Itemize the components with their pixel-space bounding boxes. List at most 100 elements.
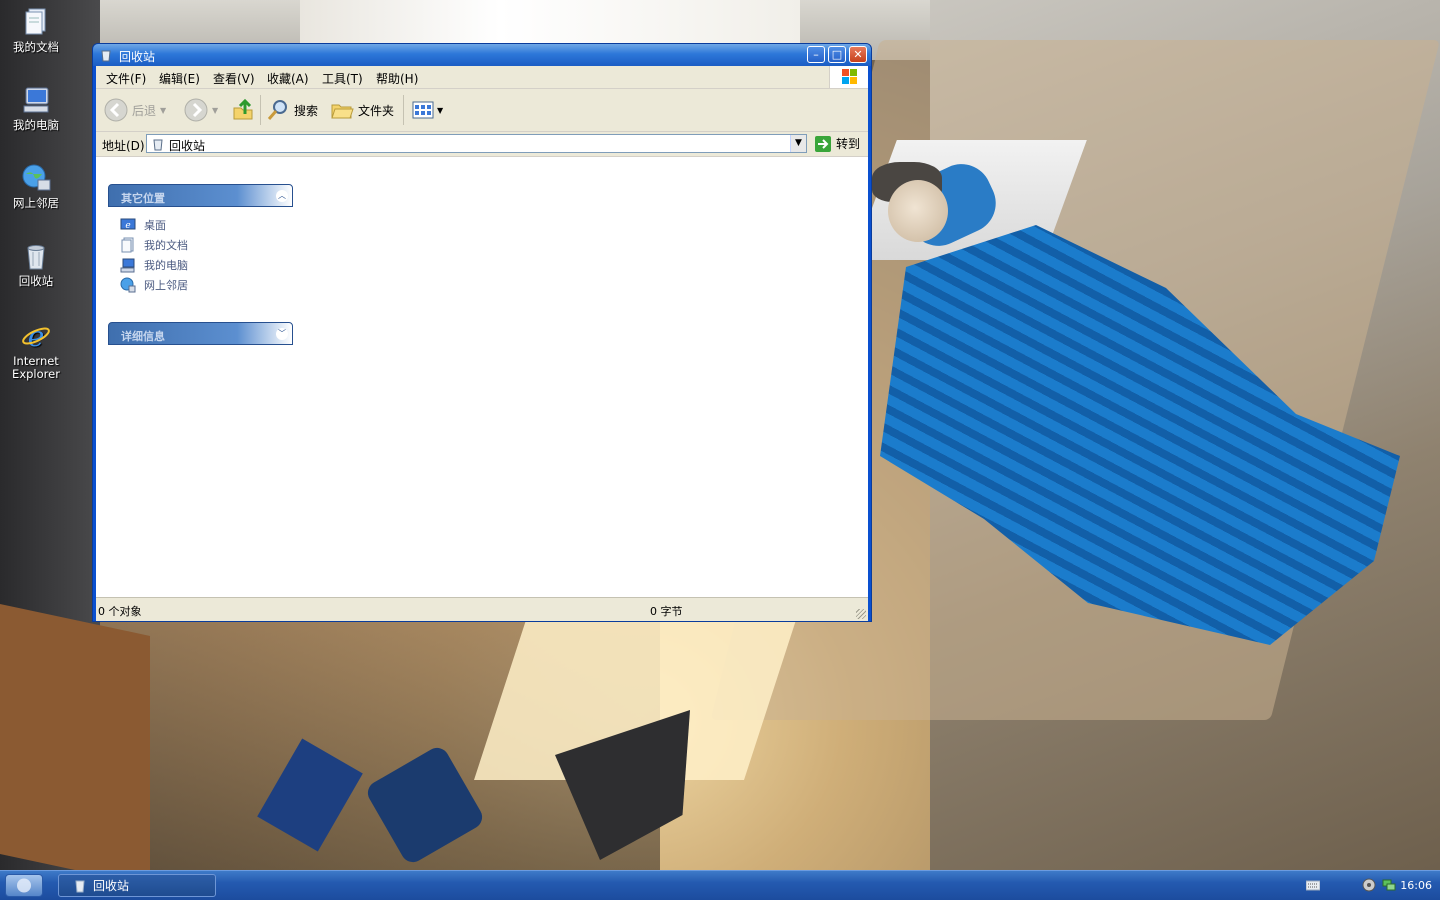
search-icon: [267, 100, 287, 120]
start-button[interactable]: [5, 874, 43, 897]
security-icon[interactable]: [1362, 878, 1376, 892]
computer-icon: [23, 87, 49, 113]
forward-dropdown-icon[interactable]: ▼: [212, 106, 218, 115]
folders-label: 文件夹: [358, 103, 395, 118]
window-titlebar[interactable]: 回收站 – □ ✕: [93, 44, 871, 66]
status-bar: 0 个对象 0 字节: [96, 597, 868, 621]
network-status-icon[interactable]: [1382, 878, 1396, 892]
maximize-button[interactable]: □: [828, 46, 846, 63]
search-button[interactable]: 搜索: [266, 97, 318, 123]
other-places-title: 其它位置: [121, 192, 165, 205]
menu-edit[interactable]: 编辑(E): [159, 70, 200, 87]
place-link-label: 网上邻居: [144, 279, 188, 292]
wallpaper-head: [888, 180, 948, 242]
up-folder-icon: [233, 98, 253, 120]
resize-grip-icon[interactable]: [856, 609, 866, 619]
status-object-count: 0 个对象: [98, 605, 142, 618]
windows-logo-icon: [829, 66, 868, 88]
taskbar-button-label: 回收站: [93, 879, 130, 893]
address-bar: 地址(D) 回收站 ▼ 转到: [96, 132, 868, 157]
other-places-panel-header[interactable]: 其它位置 ︿: [108, 184, 293, 207]
desktop-icon-label: 我的文档: [13, 40, 59, 54]
toolbar-separator: [260, 95, 261, 125]
address-dropdown-icon[interactable]: ▼: [790, 135, 806, 152]
start-orb-icon: [17, 878, 31, 893]
back-arrow-icon: [104, 98, 128, 122]
taskbar: 回收站 16:06: [0, 870, 1440, 900]
place-link-desktop[interactable]: e 桌面: [120, 216, 166, 234]
place-link-label: 我的电脑: [144, 259, 188, 272]
details-title: 详细信息: [121, 330, 165, 343]
folders-button[interactable]: 文件夹: [330, 97, 394, 123]
recycle-bin-icon: [27, 245, 45, 270]
window-client-area: 文件(F) 编辑(E) 查看(V) 收藏(A) 工具(T) 帮助(H) 后退 ▼…: [96, 66, 868, 621]
desktop-icon-network[interactable]: 网上邻居: [4, 162, 68, 210]
address-value: 回收站: [169, 139, 206, 153]
content-area: 其它位置 ︿ e 桌面 我的文档 我的电脑 网上邻居 详细信息 ﹀: [96, 157, 868, 597]
system-tray: 16:06: [1300, 871, 1440, 900]
menu-bar: 文件(F) 编辑(E) 查看(V) 收藏(A) 工具(T) 帮助(H): [96, 66, 868, 89]
window-title: 回收站: [119, 50, 156, 64]
expand-chevron-icon[interactable]: ﹀: [276, 328, 288, 340]
desktop-icon-label: 我的电脑: [13, 118, 59, 132]
desktop-icon: e: [120, 218, 136, 231]
desktop-icon-internet-explorer[interactable]: e Internet Explorer: [4, 320, 68, 381]
back-dropdown-icon[interactable]: ▼: [160, 106, 166, 115]
desktop-icon-label: 回收站: [18, 274, 54, 288]
documents-icon: [121, 237, 134, 253]
back-button[interactable]: 后退 ▼: [104, 97, 166, 123]
place-link-label: 我的文档: [144, 239, 188, 252]
views-grid-icon: [412, 101, 434, 119]
recycle-bin-icon: [153, 139, 163, 151]
minimize-button[interactable]: –: [807, 46, 825, 63]
explorer-window: 回收站 – □ ✕ 文件(F) 编辑(E) 查看(V) 收藏(A) 工具(T) …: [92, 43, 872, 622]
desktop-icon-label-line2: Explorer: [12, 367, 60, 381]
go-label: 转到: [836, 137, 861, 151]
wallpaper-window-light: [300, 0, 800, 45]
network-globe-icon: [22, 164, 51, 191]
views-button[interactable]: ▼: [411, 97, 443, 123]
back-label: 后退: [132, 103, 157, 118]
place-link-my-computer[interactable]: 我的电脑: [120, 256, 188, 274]
menu-file[interactable]: 文件(F): [106, 70, 146, 87]
desktop-icon-label: 网上邻居: [13, 196, 59, 210]
computer-icon: [120, 258, 135, 273]
address-input[interactable]: 回收站 ▼: [146, 134, 807, 153]
status-size: 0 字节: [650, 605, 683, 618]
go-arrow-icon: [815, 135, 831, 152]
menu-view[interactable]: 查看(V): [213, 70, 255, 87]
up-folder-button[interactable]: [231, 97, 255, 123]
desktop-icon-recycle-bin[interactable]: 回收站: [4, 240, 68, 288]
place-link-my-documents[interactable]: 我的文档: [120, 236, 188, 254]
menu-help[interactable]: 帮助(H): [376, 70, 418, 87]
close-button[interactable]: ✕: [849, 46, 867, 63]
recycle-bin-icon: [75, 880, 85, 892]
address-label: 地址(D): [102, 139, 145, 153]
svg-text:e: e: [28, 320, 45, 352]
wallpaper-corkboard: [0, 604, 150, 870]
desktop-icon-my-computer[interactable]: 我的电脑: [4, 84, 68, 132]
internet-explorer-icon: e: [22, 320, 50, 352]
taskbar-button-recycle-bin[interactable]: 回收站: [58, 874, 216, 897]
clock[interactable]: 16:06: [1400, 879, 1432, 892]
folders-icon: [331, 104, 354, 119]
collapse-chevron-icon[interactable]: ︿: [276, 190, 288, 202]
views-dropdown-icon[interactable]: ▼: [437, 106, 443, 115]
details-panel-header[interactable]: 详细信息 ﹀: [108, 322, 293, 345]
recycle-bin-icon: [101, 50, 111, 62]
forward-button[interactable]: ▼: [184, 97, 218, 123]
menu-favorites[interactable]: 收藏(A): [267, 70, 309, 87]
desktop-icon-my-documents[interactable]: 我的文档: [4, 6, 68, 54]
documents-icon: [25, 8, 46, 35]
search-label: 搜索: [294, 103, 319, 118]
toolbar-separator: [403, 95, 404, 125]
keyboard-icon[interactable]: [1306, 879, 1320, 891]
forward-arrow-icon: [184, 98, 208, 122]
toolbar: 后退 ▼ ▼ 搜索 文件夹 ▼: [96, 89, 868, 132]
menu-tools[interactable]: 工具(T): [322, 70, 363, 87]
place-link-network[interactable]: 网上邻居: [120, 276, 188, 294]
svg-text:e: e: [125, 221, 130, 231]
go-button[interactable]: 转到: [814, 134, 860, 153]
network-globe-icon: [120, 277, 136, 293]
place-link-label: 桌面: [144, 219, 166, 232]
